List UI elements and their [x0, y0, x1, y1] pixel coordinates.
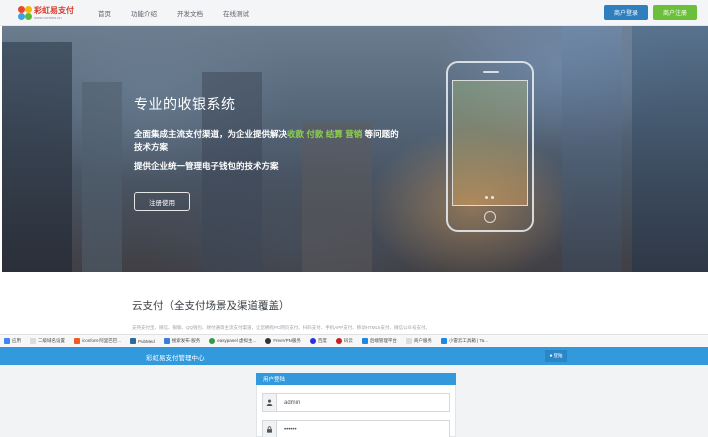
logo-subtitle: www.cxmms.cn: [34, 15, 62, 20]
hero-banner: 专业的收银系统 全面集成主流支付渠道，为企业提供解决收款 付款 结算 营销 等问…: [2, 26, 708, 272]
vpn-icon: [265, 338, 272, 344]
user-icon: [263, 394, 277, 411]
username-field: [262, 393, 450, 412]
iconfont-icon: [74, 338, 80, 344]
carousel-dots[interactable]: [485, 196, 494, 199]
bookmark-item[interactable]: 小雷云工具箱 | Ta...: [440, 338, 488, 344]
nav-home[interactable]: 首页: [98, 8, 111, 18]
username-input[interactable]: [277, 399, 447, 406]
phone-mockup: [446, 61, 534, 232]
bookmark-item[interactable]: 百度: [309, 338, 327, 344]
admin-title[interactable]: 彩虹易支付管理中心: [146, 352, 205, 362]
bookmark-item[interactable]: PubMed: [130, 338, 155, 344]
easypanel-icon: [209, 338, 216, 344]
page: 彩虹易支付 www.cxmms.cn 首页 功能介绍 开发文档 在线测试 商户登…: [0, 0, 708, 437]
site-logo[interactable]: 彩虹易支付 www.cxmms.cn: [18, 3, 74, 23]
hero-title: 专业的收银系统: [134, 96, 236, 112]
bookmark-item[interactable]: 搜索发布·服务: [163, 338, 200, 344]
search-service-icon: [163, 338, 170, 344]
section-title: 云支付（全支付场景及渠道覆盖）: [132, 300, 290, 312]
login-panel-title: 用户登陆: [256, 373, 456, 385]
lock-icon: [263, 421, 277, 437]
page-icon: [405, 338, 412, 344]
nav-docs[interactable]: 开发文档: [177, 8, 203, 18]
bookmark-item[interactable]: FreeVPN服务: [265, 338, 301, 344]
password-input[interactable]: [277, 426, 447, 433]
bookmark-item[interactable]: 二级域名设置: [30, 338, 65, 344]
phone-home-button: [484, 211, 496, 223]
logo-name: 彩虹易支付: [34, 6, 74, 15]
merchant-login-button[interactable]: 商户登录: [604, 5, 648, 20]
baidu-icon: [309, 338, 316, 344]
pubmed-icon: [130, 338, 137, 344]
rainbow-logo-icon: [18, 6, 32, 20]
bookmark-item[interactable]: 后端管理平台: [361, 338, 397, 344]
gitee-icon: [335, 338, 342, 344]
merchant-register-button[interactable]: 商户注册: [653, 5, 697, 20]
section-description: 支持支付宝、微信、银联、QQ钱包、财付通等主流支付渠道，让您拥有PC网页支付、扫…: [132, 325, 431, 330]
bookmark-item[interactable]: easypanel 虚拟主...: [209, 338, 256, 344]
password-field: [262, 420, 450, 437]
nav-online-test[interactable]: 在线测试: [223, 8, 249, 18]
top-navbar: 彩虹易支付 www.cxmms.cn 首页 功能介绍 开发文档 在线测试 商户登…: [0, 0, 708, 26]
bookmark-apps[interactable]: 应用: [4, 338, 21, 344]
user-icon: ●: [549, 353, 553, 359]
apps-grid-icon: [4, 338, 10, 344]
bookmarks-bar: 应用 二级域名设置 iconfont-阿里巴巴... PubMed 搜索发布·服…: [0, 334, 708, 347]
bookmark-item[interactable]: 码云: [335, 338, 353, 344]
phone-screen: [452, 80, 528, 206]
login-nav-button[interactable]: ● 登陆: [545, 350, 567, 362]
main-nav: 首页 功能介绍 开发文档 在线测试: [98, 0, 269, 26]
admin-platform-icon: [361, 338, 368, 344]
hero-subtagline: 提供企业统一管理电子钱包的技术方案: [134, 161, 279, 171]
page-icon: [30, 338, 36, 344]
nav-features[interactable]: 功能介绍: [131, 8, 157, 18]
hero-tagline: 全面集成主流支付渠道，为企业提供解决收款 付款 结算 营销 等问题的技术方案: [134, 129, 399, 152]
admin-navbar: 彩虹易支付管理中心 ● 登陆: [0, 347, 708, 365]
bookmark-item[interactable]: iconfont-阿里巴巴...: [74, 338, 121, 344]
toolbox-icon: [440, 338, 447, 344]
register-cta-button[interactable]: 注册使用: [134, 192, 190, 211]
bookmark-item[interactable]: 商户服务: [405, 338, 432, 344]
